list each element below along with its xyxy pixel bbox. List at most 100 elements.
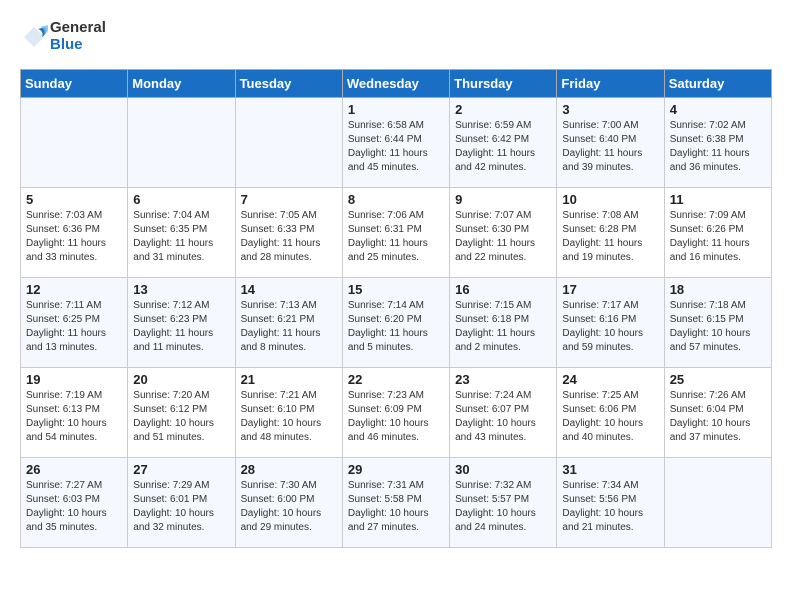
day-info: Sunrise: 7:17 AM Sunset: 6:16 PM Dayligh… (562, 299, 658, 355)
calendar-cell: 17 Sunrise: 7:17 AM Sunset: 6:16 PM Dayli… (557, 278, 664, 368)
day-number: 25 (670, 372, 766, 387)
calendar-cell: 14 Sunrise: 7:13 AM Sunset: 6:21 PM Dayli… (235, 278, 342, 368)
calendar-cell: 9 Sunrise: 7:07 AM Sunset: 6:30 PM Daylig… (450, 188, 557, 278)
day-number: 18 (670, 282, 766, 297)
day-info: Sunrise: 7:29 AM Sunset: 6:01 PM Dayligh… (133, 479, 229, 535)
calendar-week-5: 26 Sunrise: 7:27 AM Sunset: 6:03 PM Dayli… (21, 458, 772, 548)
calendar-cell: 15 Sunrise: 7:14 AM Sunset: 6:20 PM Dayli… (342, 278, 449, 368)
day-info: Sunrise: 7:02 AM Sunset: 6:38 PM Dayligh… (670, 119, 766, 175)
calendar-cell: 13 Sunrise: 7:12 AM Sunset: 6:23 PM Dayli… (128, 278, 235, 368)
day-number: 27 (133, 462, 229, 477)
day-info: Sunrise: 7:18 AM Sunset: 6:15 PM Dayligh… (670, 299, 766, 355)
logo-general: General (50, 20, 106, 37)
day-number: 22 (348, 372, 444, 387)
day-number: 26 (26, 462, 122, 477)
weekday-header-thursday: Thursday (450, 70, 557, 98)
calendar-cell: 29 Sunrise: 7:31 AM Sunset: 5:58 PM Dayli… (342, 458, 449, 548)
calendar-cell: 7 Sunrise: 7:05 AM Sunset: 6:33 PM Daylig… (235, 188, 342, 278)
day-number: 4 (670, 102, 766, 117)
day-number: 13 (133, 282, 229, 297)
day-info: Sunrise: 7:06 AM Sunset: 6:31 PM Dayligh… (348, 209, 444, 265)
day-number: 8 (348, 192, 444, 207)
calendar-cell: 19Sunrise: 7:19 AM Sunset: 6:13 PM Dayli… (21, 368, 128, 458)
calendar-cell: 30Sunrise: 7:32 AM Sunset: 5:57 PM Dayli… (450, 458, 557, 548)
day-number: 12 (26, 282, 122, 297)
day-info: Sunrise: 7:05 AM Sunset: 6:33 PM Dayligh… (241, 209, 337, 265)
calendar-cell: 12 Sunrise: 7:11 AM Sunset: 6:25 PM Dayli… (21, 278, 128, 368)
day-number: 31 (562, 462, 658, 477)
day-info: Sunrise: 7:30 AM Sunset: 6:00 PM Dayligh… (241, 479, 337, 535)
calendar-cell: 3Sunrise: 7:00 AM Sunset: 6:40 PM Daylig… (557, 98, 664, 188)
day-info: Sunrise: 7:31 AM Sunset: 5:58 PM Dayligh… (348, 479, 444, 535)
day-number: 24 (562, 372, 658, 387)
day-info: Sunrise: 7:12 AM Sunset: 6:23 PM Dayligh… (133, 299, 229, 355)
calendar-cell: 22 Sunrise: 7:23 AM Sunset: 6:09 PM Dayli… (342, 368, 449, 458)
day-info: Sunrise: 6:58 AM Sunset: 6:44 PM Dayligh… (348, 119, 444, 175)
weekday-header-sunday: Sunday (21, 70, 128, 98)
logo: General Blue (20, 20, 106, 53)
weekday-header-row: SundayMondayTuesdayWednesdayThursdayFrid… (21, 70, 772, 98)
day-info: Sunrise: 7:20 AM Sunset: 6:12 PM Dayligh… (133, 389, 229, 445)
calendar-cell: 18 Sunrise: 7:18 AM Sunset: 6:15 PM Dayli… (664, 278, 771, 368)
day-number: 28 (241, 462, 337, 477)
day-info: Sunrise: 7:21 AM Sunset: 6:10 PM Dayligh… (241, 389, 337, 445)
weekday-header-wednesday: Wednesday (342, 70, 449, 98)
calendar-week-1: 1 Sunrise: 6:58 AM Sunset: 6:44 PM Daylig… (21, 98, 772, 188)
calendar-cell: 10Sunrise: 7:08 AM Sunset: 6:28 PM Dayli… (557, 188, 664, 278)
weekday-header-monday: Monday (128, 70, 235, 98)
calendar-cell (21, 98, 128, 188)
day-number: 21 (241, 372, 337, 387)
day-info: Sunrise: 7:03 AM Sunset: 6:36 PM Dayligh… (26, 209, 122, 265)
calendar-week-4: 19Sunrise: 7:19 AM Sunset: 6:13 PM Dayli… (21, 368, 772, 458)
calendar-table: SundayMondayTuesdayWednesdayThursdayFrid… (20, 69, 772, 548)
day-number: 3 (562, 102, 658, 117)
weekday-header-saturday: Saturday (664, 70, 771, 98)
day-info: Sunrise: 7:07 AM Sunset: 6:30 PM Dayligh… (455, 209, 551, 265)
calendar-cell: 16Sunrise: 7:15 AM Sunset: 6:18 PM Dayli… (450, 278, 557, 368)
day-info: Sunrise: 7:23 AM Sunset: 6:09 PM Dayligh… (348, 389, 444, 445)
day-number: 16 (455, 282, 551, 297)
calendar-cell: 28 Sunrise: 7:30 AM Sunset: 6:00 PM Dayli… (235, 458, 342, 548)
calendar-cell (128, 98, 235, 188)
calendar-cell: 5 Sunrise: 7:03 AM Sunset: 6:36 PM Daylig… (21, 188, 128, 278)
day-number: 9 (455, 192, 551, 207)
calendar-cell: 24Sunrise: 7:25 AM Sunset: 6:06 PM Dayli… (557, 368, 664, 458)
day-number: 10 (562, 192, 658, 207)
day-info: Sunrise: 7:13 AM Sunset: 6:21 PM Dayligh… (241, 299, 337, 355)
day-number: 5 (26, 192, 122, 207)
day-number: 11 (670, 192, 766, 207)
calendar-cell: 27 Sunrise: 7:29 AM Sunset: 6:01 PM Dayli… (128, 458, 235, 548)
weekday-header-friday: Friday (557, 70, 664, 98)
day-number: 20 (133, 372, 229, 387)
day-number: 1 (348, 102, 444, 117)
day-number: 7 (241, 192, 337, 207)
calendar-cell: 20 Sunrise: 7:20 AM Sunset: 6:12 PM Dayli… (128, 368, 235, 458)
day-info: Sunrise: 7:14 AM Sunset: 6:20 PM Dayligh… (348, 299, 444, 355)
calendar-week-3: 12 Sunrise: 7:11 AM Sunset: 6:25 PM Dayli… (21, 278, 772, 368)
day-info: Sunrise: 7:24 AM Sunset: 6:07 PM Dayligh… (455, 389, 551, 445)
calendar-cell: 1 Sunrise: 6:58 AM Sunset: 6:44 PM Daylig… (342, 98, 449, 188)
day-info: Sunrise: 7:32 AM Sunset: 5:57 PM Dayligh… (455, 479, 551, 535)
calendar-cell: 4 Sunrise: 7:02 AM Sunset: 6:38 PM Daylig… (664, 98, 771, 188)
day-info: Sunrise: 7:27 AM Sunset: 6:03 PM Dayligh… (26, 479, 122, 535)
day-number: 2 (455, 102, 551, 117)
calendar-cell: 21 Sunrise: 7:21 AM Sunset: 6:10 PM Dayli… (235, 368, 342, 458)
calendar-cell: 11Sunrise: 7:09 AM Sunset: 6:26 PM Dayli… (664, 188, 771, 278)
day-number: 29 (348, 462, 444, 477)
day-number: 14 (241, 282, 337, 297)
day-number: 15 (348, 282, 444, 297)
day-info: Sunrise: 7:34 AM Sunset: 5:56 PM Dayligh… (562, 479, 658, 535)
page-header: General Blue (20, 20, 772, 53)
calendar-week-2: 5 Sunrise: 7:03 AM Sunset: 6:36 PM Daylig… (21, 188, 772, 278)
day-info: Sunrise: 7:19 AM Sunset: 6:13 PM Dayligh… (26, 389, 122, 445)
day-number: 6 (133, 192, 229, 207)
logo-blue: Blue (50, 37, 106, 54)
weekday-header-tuesday: Tuesday (235, 70, 342, 98)
day-info: Sunrise: 7:26 AM Sunset: 6:04 PM Dayligh… (670, 389, 766, 445)
day-number: 17 (562, 282, 658, 297)
day-info: Sunrise: 7:11 AM Sunset: 6:25 PM Dayligh… (26, 299, 122, 355)
calendar-cell: 2Sunrise: 6:59 AM Sunset: 6:42 PM Daylig… (450, 98, 557, 188)
calendar-cell (235, 98, 342, 188)
calendar-cell: 26 Sunrise: 7:27 AM Sunset: 6:03 PM Dayli… (21, 458, 128, 548)
day-number: 23 (455, 372, 551, 387)
